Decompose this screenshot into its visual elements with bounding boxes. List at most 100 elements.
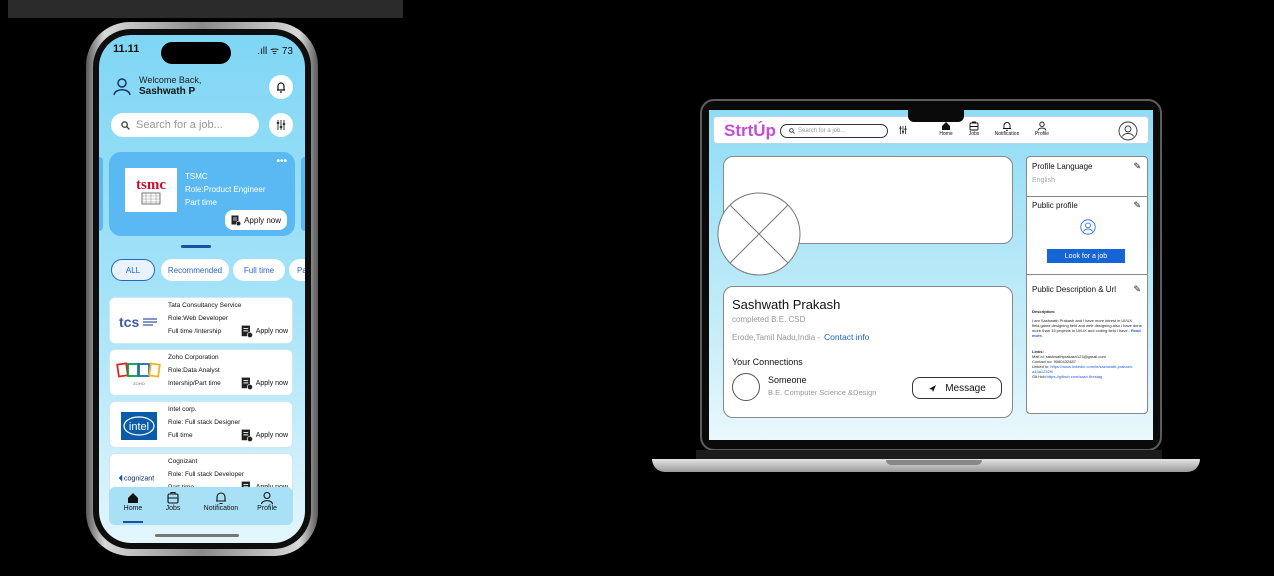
bell-icon <box>1003 122 1011 131</box>
carousel-indicator <box>181 245 211 248</box>
tab-notification[interactable]: Notification <box>193 491 249 512</box>
connection-avatar[interactable] <box>732 373 760 401</box>
tcs-logo: tcs <box>116 308 162 336</box>
apply-label: Apply now <box>255 380 288 387</box>
welcome-text: Welcome Back, <box>139 75 202 85</box>
apply-doc-icon <box>241 325 253 338</box>
chip-full-time[interactable]: Full time <box>233 259 285 281</box>
svg-text:ZOHO: ZOHO <box>133 381 145 386</box>
chip-all[interactable]: ALL <box>111 259 155 281</box>
contact-info-link[interactable]: Contact info <box>824 332 869 342</box>
featured-apply-button[interactable]: Apply now <box>225 210 287 230</box>
user-name: Sashwath P <box>139 86 196 97</box>
dynamic-island <box>161 42 231 64</box>
chip-recommended[interactable]: Recommended <box>161 259 229 281</box>
home-icon <box>128 493 138 503</box>
intel-logo: intel <box>116 412 162 440</box>
description-text: I am Sashwath Prakash and i have more in… <box>1032 318 1142 333</box>
nav-label: Home <box>939 131 953 137</box>
send-icon <box>929 384 937 392</box>
tab-profile[interactable]: Profile <box>245 491 289 512</box>
apply-doc-icon <box>241 429 253 442</box>
public-profile-section: Public profile ✎ Look for a job <box>1027 197 1147 275</box>
github-prefix: Git Hub: <box>1032 374 1047 379</box>
featured-apply-label: Apply now <box>244 215 281 225</box>
prev-card-peek[interactable] <box>99 157 103 231</box>
edit-pencil-icon[interactable]: ✎ <box>1133 200 1141 211</box>
job-company: Cognizant <box>168 458 198 465</box>
svg-text:tsmc: tsmc <box>136 177 166 193</box>
description-block: Description: <box>1032 309 1146 314</box>
profile-icon <box>1037 121 1047 131</box>
job-card-tcs[interactable]: tcs Tata Consultancy Service Role:Web De… <box>109 297 293 344</box>
search-icon <box>121 120 130 130</box>
status-time: 11.11 <box>113 43 140 55</box>
status-icons: .ıll ᯤ 73 <box>257 46 293 57</box>
job-role: Role:Web Developer <box>168 315 228 322</box>
featured-job-card[interactable]: tsmc ••• TSMC Role:Product Engineer Part… <box>109 152 295 236</box>
desktop-search-input[interactable]: Search for a job... <box>780 124 888 138</box>
laptop-screen: StrtÚp Search for a job... Home Jobs Not… <box>709 110 1153 440</box>
notification-button[interactable] <box>269 75 293 99</box>
description-section: Public Description & Url ✎ Description: … <box>1027 275 1147 415</box>
laptop-base-groove <box>886 460 982 465</box>
profile-name: Sashwath Prakash <box>732 297 841 312</box>
bell-icon <box>216 492 226 505</box>
apply-label: Apply now <box>255 328 288 335</box>
public-profile-heading: Public profile <box>1032 201 1078 210</box>
tab-home[interactable]: Home <box>111 491 155 523</box>
chip-part-time[interactable]: Par <box>289 259 305 281</box>
job-role: Role: Full stack Developer <box>168 471 244 478</box>
user-avatar-icon[interactable] <box>1118 121 1138 141</box>
bell-icon <box>277 82 285 93</box>
job-type: Full time <box>168 432 193 439</box>
apply-button[interactable]: Apply now <box>241 429 288 442</box>
github-link[interactable]: https://github.com/sash-firestag <box>1047 374 1103 379</box>
apply-button[interactable]: Apply now <box>241 377 288 390</box>
filter-button[interactable] <box>269 113 293 137</box>
more-options-icon[interactable]: ••• <box>276 156 287 167</box>
job-role: Role:Data Analyst <box>168 367 220 374</box>
job-card-zoho[interactable]: ZOHO Zoho Corporation Role:Data Analyst … <box>109 349 293 396</box>
description-text-block: I am Sashwath Prakash and i have more in… <box>1032 318 1146 338</box>
tab-label: Notification <box>203 505 239 512</box>
profile-photo-placeholder[interactable] <box>717 192 801 276</box>
user-avatar-icon[interactable] <box>111 75 133 97</box>
featured-role: Role:Product Engineer <box>185 185 266 194</box>
edit-pencil-icon[interactable]: ✎ <box>1133 161 1141 172</box>
next-card-peek[interactable] <box>301 157 305 231</box>
profile-icon <box>1080 219 1096 235</box>
job-company: Zoho Corporation <box>168 354 219 361</box>
filter-icon[interactable] <box>898 125 908 135</box>
nav-profile[interactable]: Profile <box>1032 121 1052 137</box>
nav-notification[interactable]: Notification <box>990 121 1024 137</box>
message-label: Message <box>945 382 986 394</box>
search-input[interactable]: Search for a job... <box>111 113 259 137</box>
tsmc-logo: tsmc <box>125 168 177 212</box>
job-type: Full time /Intership <box>168 328 222 335</box>
tab-jobs[interactable]: Jobs <box>151 491 195 512</box>
briefcase-icon <box>969 121 979 131</box>
nav-jobs[interactable]: Jobs <box>964 121 984 137</box>
svg-text:tcs: tcs <box>119 314 139 330</box>
profile-icon <box>260 491 274 505</box>
language-heading: Profile Language <box>1032 162 1093 171</box>
job-card-intel[interactable]: intel Intel corp. Role: Full stack Desig… <box>109 401 293 448</box>
message-button[interactable]: Message <box>912 377 1002 399</box>
nav-home[interactable]: Home <box>936 121 956 137</box>
profile-location-text: Erode,Tamil Nadu,India - <box>732 333 821 342</box>
camera-notch <box>908 106 964 122</box>
edit-pencil-icon[interactable]: ✎ <box>1133 284 1141 295</box>
nav-label: Jobs <box>968 131 980 137</box>
apply-button[interactable]: Apply now <box>241 325 288 338</box>
svg-text:intel: intel <box>129 421 149 433</box>
profile-education: completed B.E. CSD <box>732 315 806 324</box>
brand-logo[interactable]: StrtÚp <box>724 121 776 141</box>
search-placeholder: Search for a job... <box>136 119 223 131</box>
svg-text:cognizant: cognizant <box>124 476 154 483</box>
connection-name[interactable]: Someone <box>768 375 807 385</box>
look-for-job-button[interactable]: Look for a job <box>1047 249 1125 263</box>
phone-frame: 11.11 .ıll ᯤ 73 Welcome Back, Sashwath P… <box>86 22 318 556</box>
featured-type: Part time <box>185 198 218 207</box>
apply-doc-icon <box>231 215 242 226</box>
